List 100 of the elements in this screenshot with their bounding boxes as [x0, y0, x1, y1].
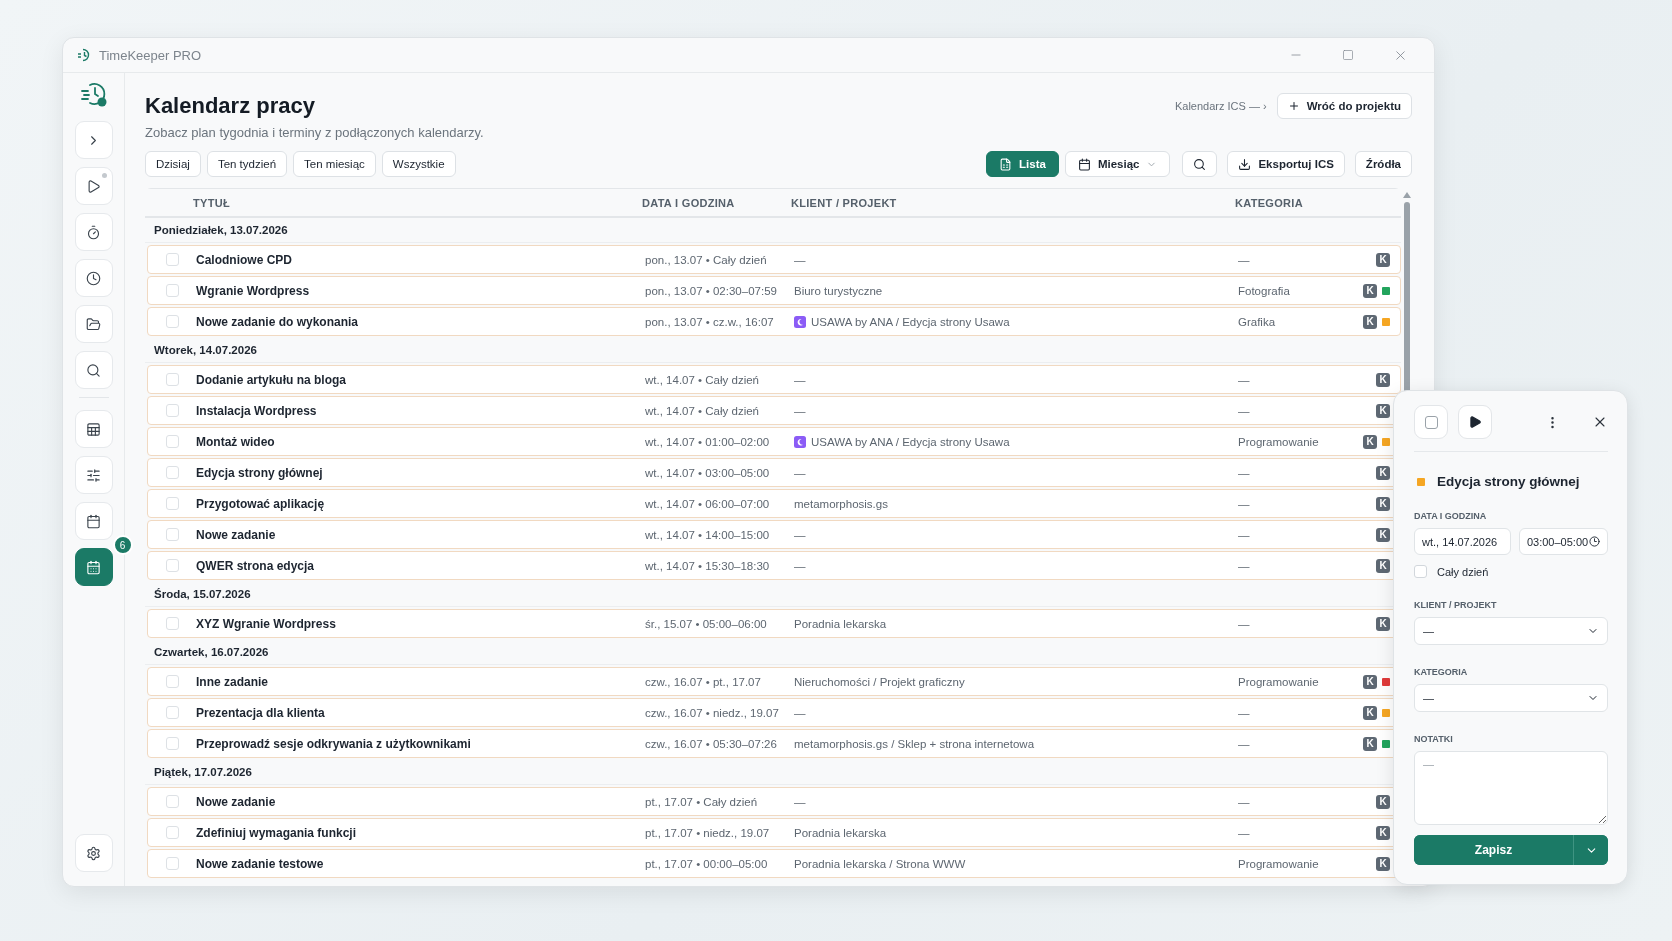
date-heading: Piątek, 17.07.2026 [154, 766, 252, 778]
count-badge: 6 [112, 535, 133, 555]
calendar-tag: K [1376, 558, 1390, 573]
client-select[interactable]: — [1414, 617, 1608, 645]
event-title: XYZ Wgranie Wordpress [196, 616, 337, 631]
time-field[interactable]: 03:00–05:00 [1518, 528, 1608, 555]
filter-chip[interactable]: Wszystkie [381, 151, 456, 177]
ics-calendar-link[interactable]: Kalendarz ICS — › [1174, 100, 1267, 112]
field-label: NOTATKI [1414, 734, 1454, 744]
search-button[interactable] [74, 351, 113, 389]
event-category: — [1238, 559, 1251, 572]
play-button[interactable] [1458, 405, 1492, 439]
calendar-button[interactable] [74, 548, 113, 586]
timer-button[interactable] [74, 213, 113, 251]
row-checkbox[interactable] [165, 466, 179, 479]
event-title: Wgranie Wordpress [196, 283, 311, 298]
event-row[interactable]: Wgranie Wordpress pon., 13.07 • 02:30–07:59 Biuro turystyczne Fotografia K [147, 276, 1401, 305]
play-icon [1468, 415, 1482, 429]
event-date: pon., 13.07 • 02:30–07:59 [645, 284, 778, 297]
calendar-icon [86, 513, 101, 529]
category-select[interactable]: — [1414, 684, 1608, 712]
row-checkbox[interactable] [165, 737, 179, 750]
search-icon [86, 362, 101, 378]
event-row[interactable]: Dodanie artykułu na bloga wt., 14.07 • Cały dzień — — K [147, 365, 1401, 394]
row-checkbox[interactable] [165, 528, 179, 541]
filter-chip[interactable]: Ten tydzień [206, 151, 288, 177]
row-checkbox[interactable] [165, 284, 179, 297]
clock-button[interactable] [74, 259, 113, 297]
calendar-tag: K [1376, 527, 1390, 542]
save-options-button[interactable] [1573, 835, 1608, 865]
event-date: wt., 14.07 • 06:00–07:00 [645, 497, 771, 510]
list-view-button[interactable]: Lista [986, 151, 1059, 177]
calendar-tag: K [1376, 616, 1390, 631]
calendar-tag: K [1376, 372, 1390, 387]
calendar-tag: K [1376, 825, 1390, 840]
event-title: Montaż wideo [196, 434, 276, 449]
row-checkbox[interactable] [165, 497, 179, 510]
row-checkbox[interactable] [165, 617, 179, 630]
event-row[interactable]: Calodniowe CPD pon., 13.07 • Cały dzień — — K [147, 245, 1401, 274]
row-checkbox[interactable] [165, 435, 179, 448]
field-label: DATA I GODZINA [1414, 511, 1488, 521]
event-title: Przygotować aplikację [196, 496, 326, 511]
folder-button[interactable] [74, 305, 113, 343]
window-title: TimeKeeper PRO [99, 47, 203, 63]
event-category: Programowanie [1238, 857, 1320, 870]
sources-button[interactable]: Źródła [1354, 151, 1412, 177]
clock-icon [86, 270, 101, 286]
event-row[interactable]: Nowe zadanie do wykonania pon., 13.07 • cz.w., 16:07 USAWA by ANA / Edycja strony Usawa Grafika K [147, 307, 1401, 336]
table-button[interactable] [74, 410, 113, 448]
complete-button[interactable] [1414, 405, 1448, 439]
event-category: — [1238, 706, 1251, 719]
column-header: TYTUŁ [193, 196, 231, 209]
date-field[interactable]: wt., 14.07.2026 [1414, 528, 1511, 555]
calendar-tag: K [1376, 496, 1390, 511]
expand-button[interactable] [74, 121, 113, 159]
event-date: pt., 17.07 • 00:00–05:00 [645, 857, 769, 870]
date-heading: Czwartek, 16.07.2026 [154, 646, 269, 658]
notes-field[interactable]: — [1414, 751, 1608, 825]
event-client: — [794, 404, 806, 417]
event-client: — [794, 528, 806, 541]
date-heading: Poniedziałek, 13.07.2026 [154, 224, 288, 236]
date-heading: Środa, 15.07.2026 [154, 588, 251, 600]
settings-button[interactable] [74, 834, 113, 872]
search-icon [1193, 157, 1207, 171]
calendar-tag: K [1376, 465, 1390, 480]
row-checkbox[interactable] [165, 675, 179, 688]
filter-chip[interactable]: Ten miesiąc [293, 151, 376, 177]
event-category: — [1238, 617, 1251, 630]
event-title: Instalacja Wordpress [196, 403, 318, 418]
row-checkbox[interactable] [165, 706, 179, 719]
event-title: Nowe zadanie [196, 527, 277, 542]
calendar-tag: K [1376, 794, 1390, 809]
clock-icon [1589, 536, 1600, 547]
row-checkbox[interactable] [165, 559, 179, 572]
row-checkbox[interactable] [165, 795, 179, 808]
month-view-dropdown[interactable]: Miesiąc [1064, 151, 1171, 177]
event-category: — [1238, 466, 1251, 479]
row-checkbox[interactable] [165, 373, 179, 386]
row-checkbox[interactable] [165, 315, 179, 328]
event-client: — [794, 466, 806, 479]
back-to-project-button[interactable]: Wróć do projektu [1276, 93, 1412, 119]
row-checkbox[interactable] [165, 404, 179, 417]
event-date: wt., 14.07 • 01:00–02:00 [645, 435, 771, 448]
event-title: Prezentacja dla klienta [196, 705, 326, 720]
field-label: KLIENT / PROJEKT [1414, 600, 1498, 610]
calendar-tag: K [1363, 674, 1377, 689]
row-checkbox[interactable] [165, 857, 179, 870]
page-subtitle: Zobacz plan tygodnia i terminy z podłączonych kalendarzy. [145, 125, 484, 140]
filters-button[interactable] [74, 456, 113, 494]
all-day-checkbox[interactable]: Cały dzień [1414, 565, 1608, 578]
stopwatch-icon [86, 224, 101, 240]
filter-chip[interactable]: Dzisiaj [145, 151, 201, 177]
export-ics-button[interactable]: Eksportuj ICS [1227, 151, 1345, 177]
row-checkbox[interactable] [165, 826, 179, 839]
event-category: — [1238, 404, 1251, 417]
search-button[interactable] [1182, 151, 1218, 177]
row-checkbox[interactable] [165, 253, 179, 266]
event-category: — [1238, 737, 1251, 750]
event-category: Fotografia [1238, 284, 1291, 297]
calendar-tag: K [1363, 736, 1377, 751]
